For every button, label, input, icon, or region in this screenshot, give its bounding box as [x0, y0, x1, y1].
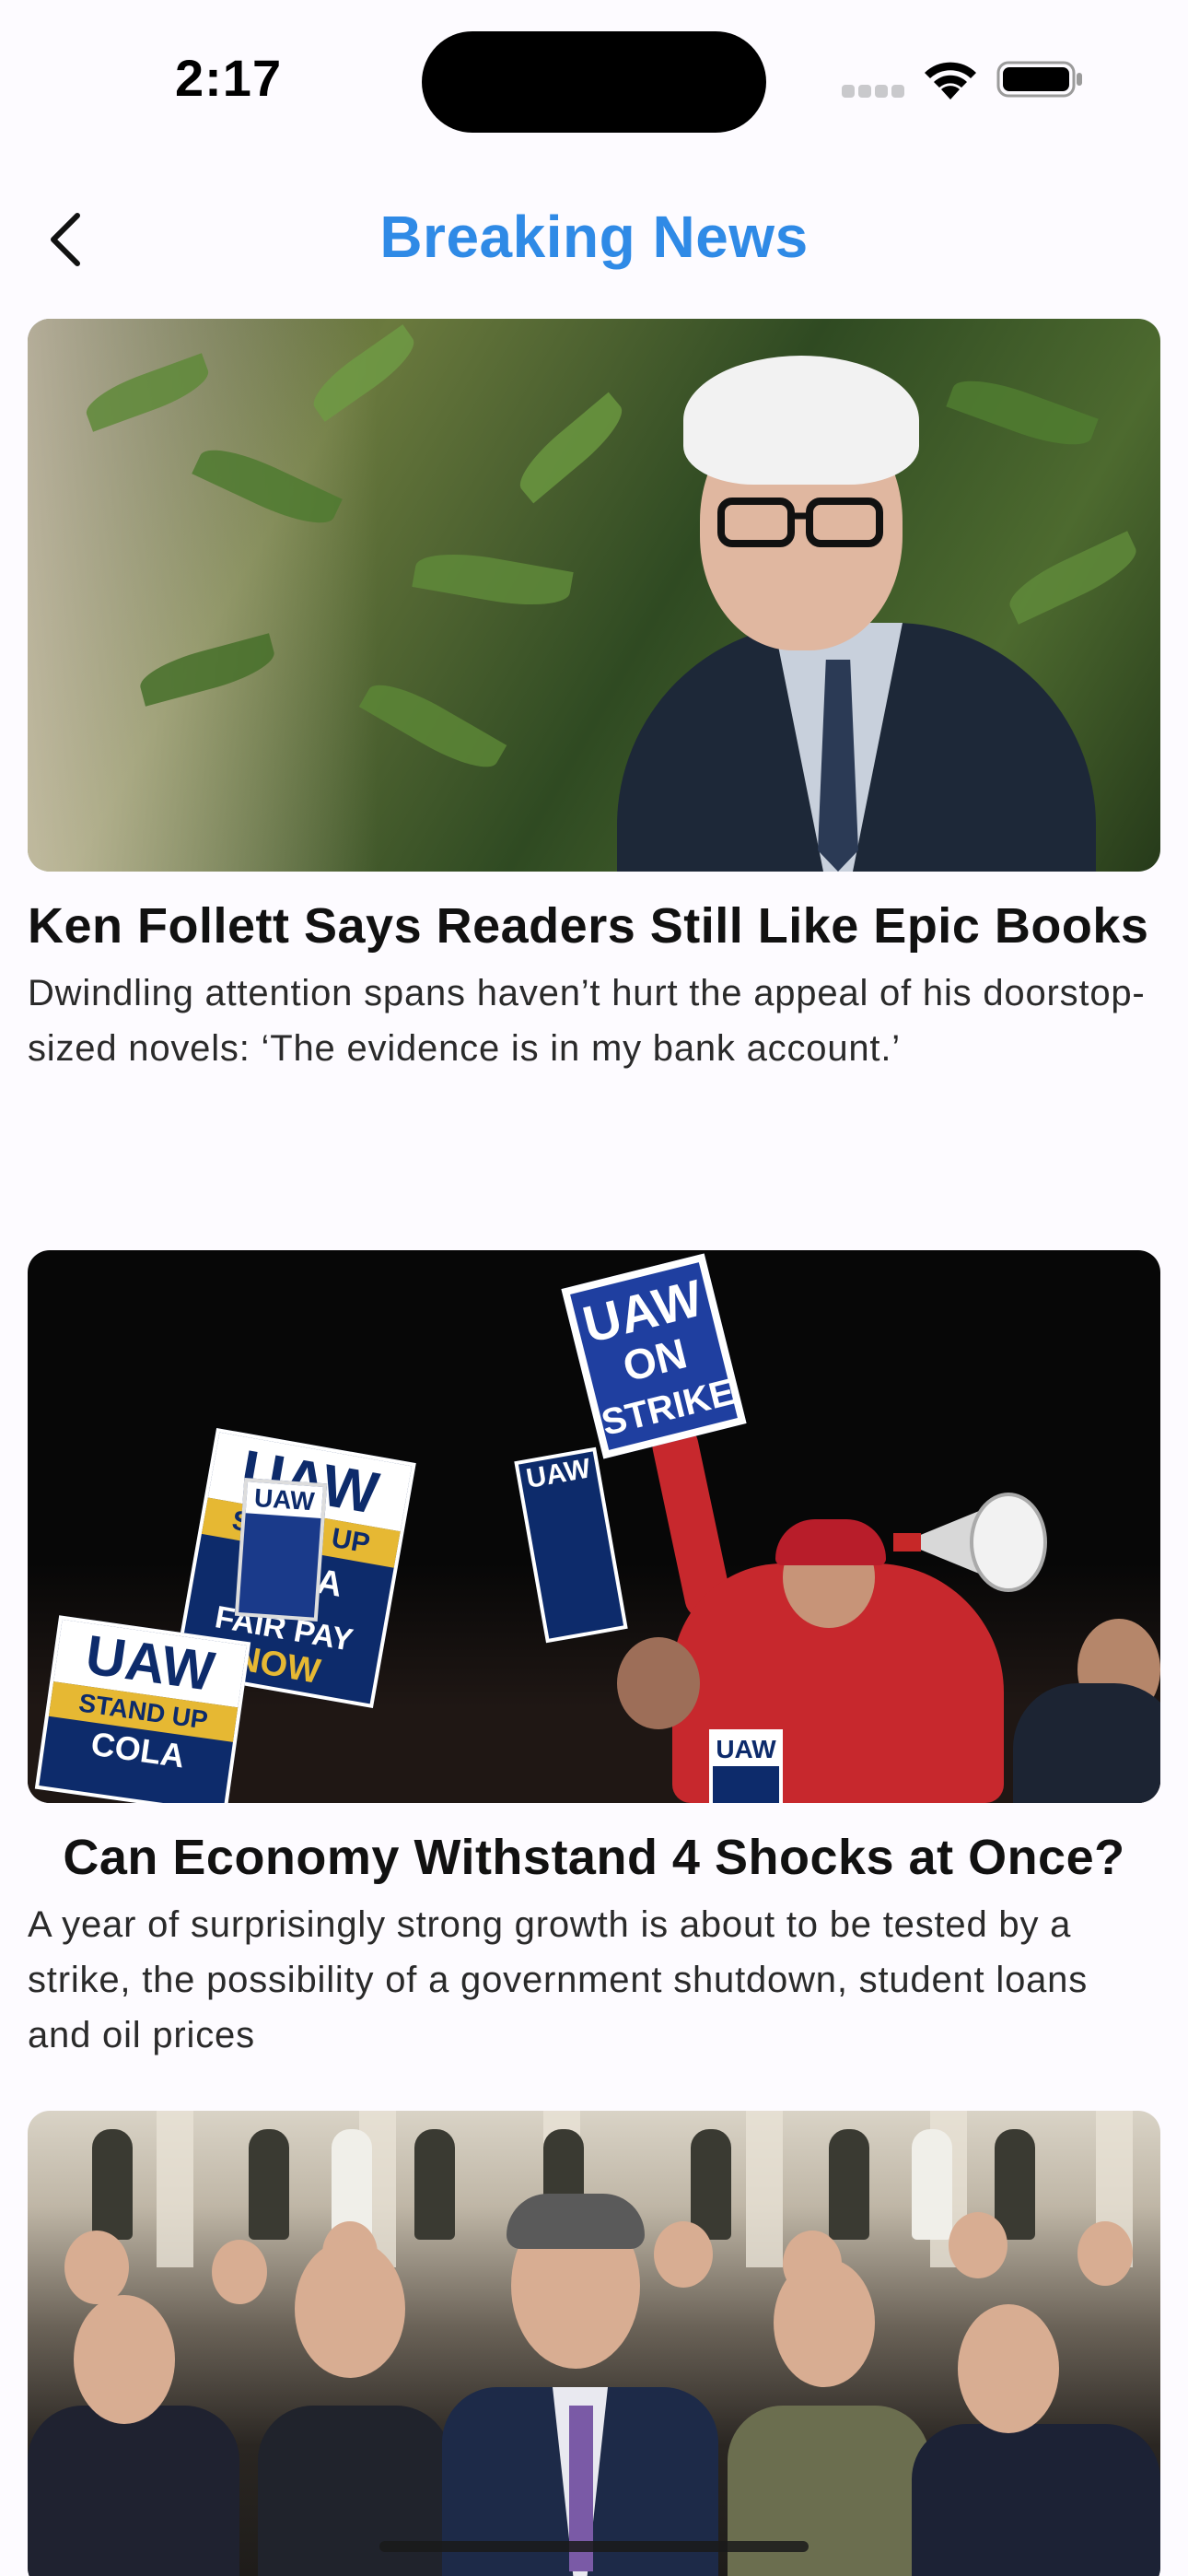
- article-summary: A year of surprisingly strong growth is …: [28, 1904, 1089, 2055]
- dynamic-island: [422, 31, 766, 133]
- article-image[interactable]: UAW ON STRIKE UAW STAND UP COLA AND FAIR…: [28, 1250, 1160, 1803]
- chevron-left-icon: [51, 213, 80, 266]
- status-bar: 2:17: [0, 0, 1188, 147]
- article-card[interactable]: [28, 2111, 1160, 2576]
- article-title[interactable]: Can Economy Withstand 4 Shocks at Once?: [28, 1821, 1160, 1893]
- article-image[interactable]: [28, 2111, 1160, 2576]
- article-summary: Dwindling attention spans haven’t hurt t…: [28, 973, 1146, 1069]
- navigation-bar: Breaking News: [0, 184, 1188, 295]
- article-title[interactable]: Ken Follett Says Readers Still Like Epic…: [28, 890, 1160, 962]
- wifi-icon: [921, 57, 980, 101]
- article-card[interactable]: Ken Follett Says Readers Still Like Epic…: [28, 319, 1160, 1076]
- news-screen: 2:17 Breaking News Ken Follett Says Read…: [0, 0, 1188, 2576]
- page-title: Breaking News: [379, 204, 809, 270]
- home-indicator: [379, 2541, 809, 2552]
- battery-icon: [996, 59, 1085, 100]
- back-button[interactable]: [28, 203, 101, 276]
- signal-icon: [842, 85, 906, 98]
- article-card[interactable]: UAW ON STRIKE UAW STAND UP COLA AND FAIR…: [28, 1250, 1160, 2063]
- article-image[interactable]: [28, 319, 1160, 872]
- status-time: 2:17: [175, 49, 283, 107]
